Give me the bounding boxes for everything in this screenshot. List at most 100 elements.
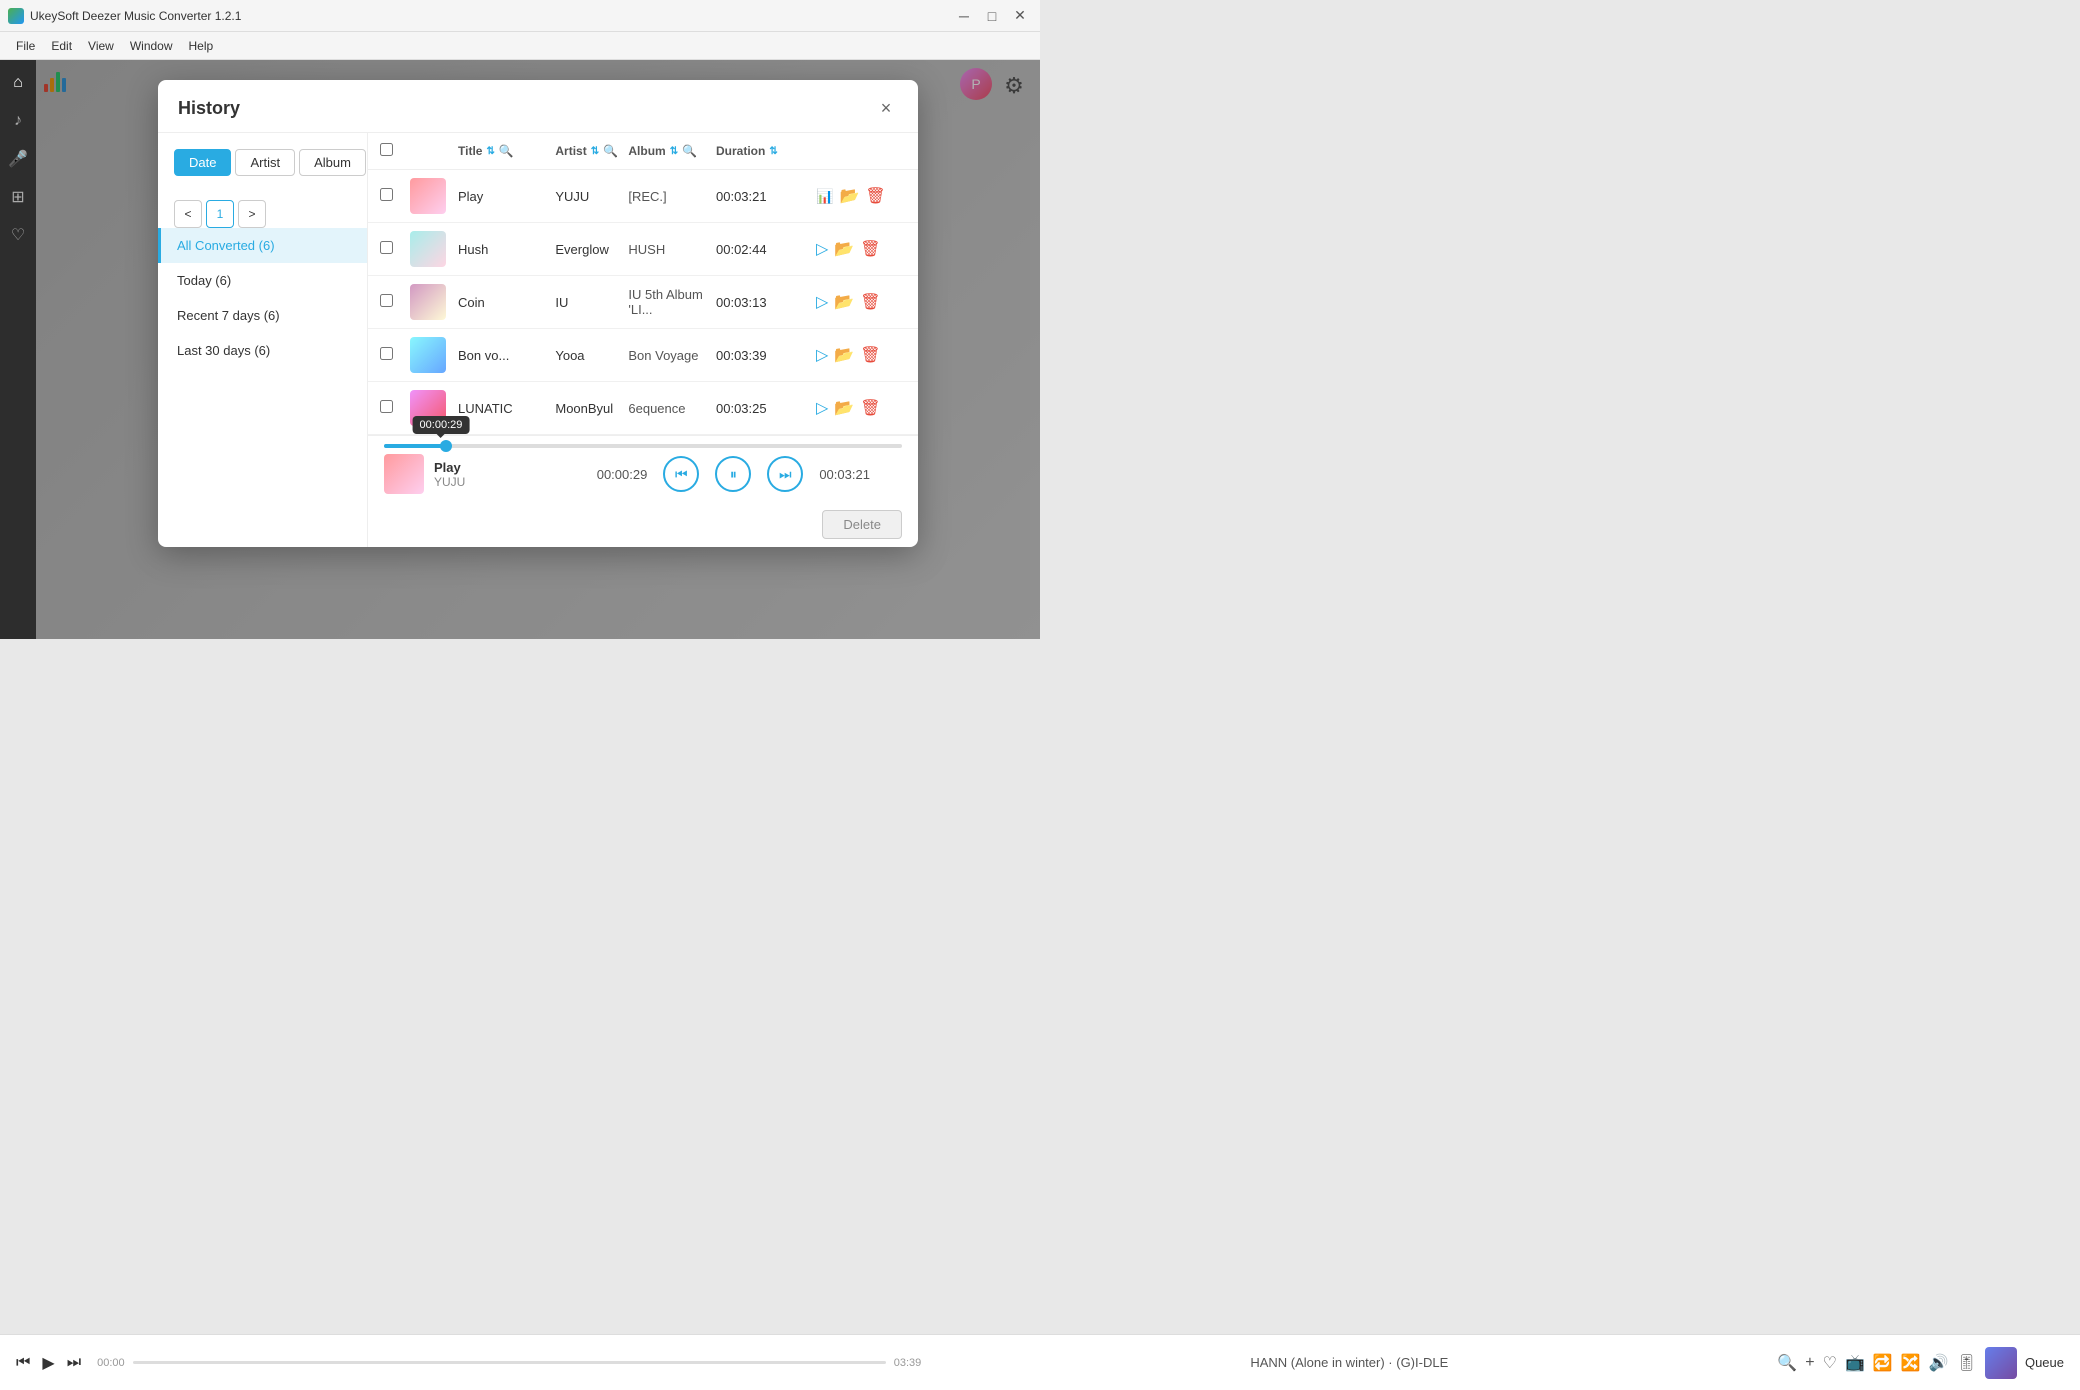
shuffle-icon[interactable]: 🔀 — [1901, 1353, 1921, 1373]
row2-play-icon[interactable]: ▷ — [816, 239, 828, 259]
list-header: Title ⇅ 🔍 Artist ⇅ 🔍 A — [368, 133, 918, 170]
nav-today[interactable]: Today (6) — [158, 263, 367, 298]
row4-folder-icon[interactable]: 📂 — [834, 345, 854, 365]
duration-sort-icon[interactable]: ⇅ — [769, 146, 777, 157]
volume-icon[interactable]: 🔊 — [1929, 1353, 1949, 1373]
row4-title: Bon vo... — [458, 348, 555, 363]
row5-folder-icon[interactable]: 📂 — [834, 398, 854, 418]
artist-sort-icon[interactable]: ⇅ — [591, 146, 599, 157]
sidebar-music-icon[interactable]: ♪ — [3, 106, 33, 136]
row4-checkbox[interactable] — [380, 347, 393, 360]
current-page[interactable]: 1 — [206, 200, 234, 228]
album-sort-icon[interactable]: ⇅ — [670, 146, 678, 157]
menu-edit[interactable]: Edit — [43, 35, 80, 57]
pause-button[interactable]: ⏸ — [715, 456, 751, 492]
player-center: 00:00:29 ⏮ ⏸ ⏭ 00:03:21 — [565, 456, 902, 492]
nav-all-converted[interactable]: All Converted (6) — [158, 228, 367, 263]
menu-file[interactable]: File — [8, 35, 43, 57]
sidebar-mic-icon[interactable]: 🎤 — [3, 144, 33, 174]
artist-search-icon[interactable]: 🔍 — [603, 144, 618, 158]
row4-delete-icon[interactable]: 🗑 — [860, 345, 880, 365]
sidebar-home-icon[interactable]: ⌂ — [3, 68, 33, 98]
row4-album: Bon Voyage — [628, 348, 716, 363]
delete-btn-area: Delete — [368, 502, 918, 547]
row3-delete-icon[interactable]: 🗑 — [860, 292, 880, 312]
row2-checkbox[interactable] — [380, 241, 393, 254]
filter-artist-tab[interactable]: Artist — [235, 149, 295, 176]
prev-page-button[interactable]: < — [174, 200, 202, 228]
heart-icon[interactable]: ♡ — [1823, 1353, 1837, 1373]
bottom-play-button[interactable]: ▶ — [42, 1353, 54, 1373]
row2-delete-icon[interactable]: 🗑 — [860, 239, 880, 259]
sidebar-heart-icon[interactable]: ♡ — [3, 220, 33, 250]
row4-thumb — [410, 337, 450, 373]
total-time-display: 00:03:21 — [819, 467, 870, 482]
next-page-button[interactable]: > — [238, 200, 266, 228]
row3-play-icon[interactable]: ▷ — [816, 292, 828, 312]
nav-last-30[interactable]: Last 30 days (6) — [158, 333, 367, 368]
row1-delete-icon[interactable]: 🗑 — [865, 186, 885, 206]
add-icon[interactable]: + — [1805, 1354, 1814, 1372]
table-row: Bon vo... Yooa Bon Voyage 00:03:39 ▷ 📂 🗑 — [368, 329, 918, 382]
row5-check — [380, 400, 410, 416]
row1-playing-icon[interactable]: 📊 — [816, 188, 833, 205]
select-all-checkbox[interactable] — [380, 143, 393, 156]
row3-title: Coin — [458, 295, 555, 310]
bottom-time-start: 00:00 — [97, 1357, 125, 1369]
row3-thumb — [410, 284, 450, 320]
row3-folder-icon[interactable]: 📂 — [834, 292, 854, 312]
repeat-icon[interactable]: 🔁 — [1873, 1353, 1893, 1373]
bottom-prev-button[interactable]: ⏮ — [16, 1354, 30, 1372]
progress-thumb[interactable] — [440, 440, 452, 452]
maximize-button[interactable]: □ — [980, 4, 1004, 28]
row2-folder-icon[interactable]: 📂 — [834, 239, 854, 259]
row5-delete-icon[interactable]: 🗑 — [860, 398, 880, 418]
header-check — [380, 143, 410, 159]
row1-folder-icon[interactable]: 📂 — [839, 186, 859, 206]
row3-artist: IU — [555, 295, 628, 310]
delete-button[interactable]: Delete — [822, 510, 902, 539]
bottom-progress-bar[interactable] — [133, 1361, 886, 1364]
queue-label[interactable]: Queue — [2025, 1355, 2064, 1370]
player-current-artist: YUJU — [434, 475, 465, 489]
progress-tooltip: 00:00:29 — [413, 416, 470, 434]
bottom-next-button[interactable]: ⏭ — [67, 1354, 81, 1372]
row3-actions: ▷ 📂 🗑 — [816, 292, 906, 312]
equalizer-icon[interactable]: 🎚 — [1957, 1353, 1977, 1373]
title-search-icon[interactable]: 🔍 — [499, 144, 514, 158]
filter-date-tab[interactable]: Date — [174, 149, 231, 176]
song-rows: Play YUJU [REC.] 00:03:21 📊 📂 🗑 — [368, 170, 918, 435]
row4-play-icon[interactable]: ▷ — [816, 345, 828, 365]
menu-window[interactable]: Window — [122, 35, 181, 57]
current-time-display: 00:00:29 — [597, 467, 648, 482]
search-icon[interactable]: 🔍 — [1777, 1353, 1797, 1373]
title-sort-icon[interactable]: ⇅ — [486, 146, 494, 157]
row1-duration: 00:03:21 — [716, 189, 816, 204]
bottom-track-info: HANN (Alone in winter) · (G)I-DLE — [937, 1354, 1761, 1372]
sidebar-grid-icon[interactable]: ⊞ — [3, 182, 33, 212]
progress-area: 00:00:29 — [384, 444, 902, 448]
next-track-button[interactable]: ⏭ — [767, 456, 803, 492]
album-search-icon[interactable]: 🔍 — [682, 144, 697, 158]
nav-recent-7[interactable]: Recent 7 days (6) — [158, 298, 367, 333]
pagination: < 1 > — [158, 200, 367, 228]
close-button[interactable]: ✕ — [1008, 4, 1032, 28]
app-title: UkeySoft Deezer Music Converter 1.2.1 — [30, 9, 952, 23]
bottom-playback-controls: ⏮ ▶ ⏭ — [16, 1353, 81, 1373]
row5-checkbox[interactable] — [380, 400, 393, 413]
row5-album: 6equence — [628, 401, 716, 416]
menu-help[interactable]: Help — [181, 35, 222, 57]
modal-close-button[interactable]: × — [874, 96, 898, 120]
filter-album-tab[interactable]: Album — [299, 149, 366, 176]
minimize-button[interactable]: ─ — [952, 4, 976, 28]
row5-actions: ▷ 📂 🗑 — [816, 398, 906, 418]
row1-album: [REC.] — [628, 189, 716, 204]
row3-checkbox[interactable] — [380, 294, 393, 307]
row1-checkbox[interactable] — [380, 188, 393, 201]
menu-view[interactable]: View — [80, 35, 122, 57]
row5-play-icon[interactable]: ▷ — [816, 398, 828, 418]
prev-track-button[interactable]: ⏮ — [663, 456, 699, 492]
row2-check — [380, 241, 410, 257]
cast-icon[interactable]: 📺 — [1845, 1353, 1865, 1373]
progress-track[interactable] — [384, 444, 902, 448]
